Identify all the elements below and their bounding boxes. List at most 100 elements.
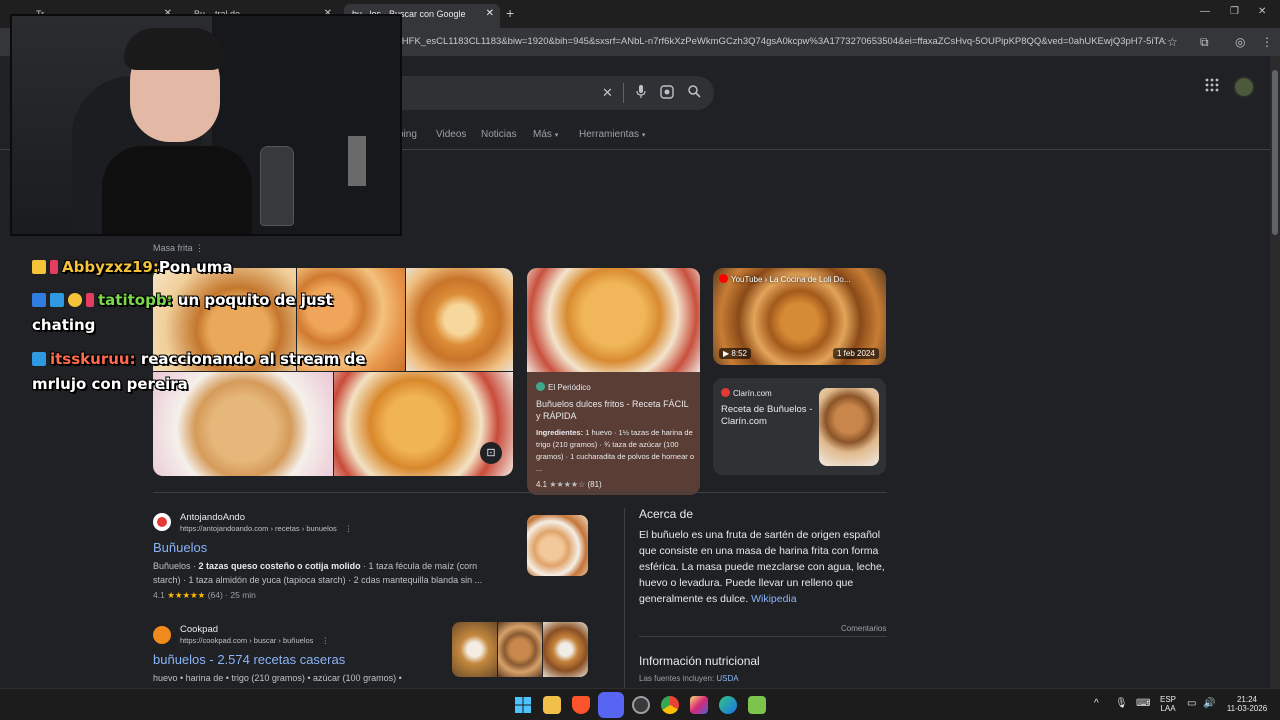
result-title[interactable]: buñuelos - 2.574 recetas caseras (153, 652, 345, 667)
chevron-down-icon: ▾ (554, 132, 559, 139)
more-icon[interactable]: ⋮ (322, 636, 330, 645)
display-icon[interactable]: ▭ (1187, 698, 1196, 709)
rating-stars: ★★★★☆ (549, 480, 586, 489)
source-label: El Periódico (548, 383, 591, 392)
youtube-card[interactable]: YouTube › La Cocina de Loli Do... ▶ 8:52… (713, 268, 886, 365)
instagram-icon[interactable] (690, 696, 708, 714)
brave-icon[interactable] (572, 696, 590, 714)
keyboard-icon[interactable]: ⌨ (1136, 698, 1150, 709)
clock[interactable]: 21:24 11-03-2026 (1222, 695, 1272, 713)
lens-icon[interactable] (660, 85, 674, 102)
new-tab-icon[interactable]: + (506, 5, 514, 21)
device-shape (348, 136, 366, 186)
language-indicator[interactable]: ESP LAA (1156, 695, 1180, 713)
avatar[interactable] (1233, 76, 1255, 98)
minecraft-icon[interactable] (748, 696, 766, 714)
discord-icon[interactable] (598, 692, 624, 718)
profile-icon[interactable]: ◎ (1235, 35, 1245, 49)
rating-count: (64) (207, 590, 223, 600)
windows-start-icon[interactable] (514, 696, 532, 714)
search-icon[interactable] (688, 85, 701, 101)
play-icon: ▶ (723, 349, 730, 358)
result-thumbnail[interactable] (498, 622, 542, 677)
obs-icon[interactable] (632, 696, 650, 714)
minimize-icon[interactable]: — (1200, 6, 1210, 17)
result-site-name: AntojandoAndo (180, 512, 245, 523)
close-icon[interactable]: ✕ (486, 4, 494, 24)
result-url[interactable]: https://cookpad.com › buscar › buñuelos … (180, 636, 329, 645)
tab-mas[interactable]: Más ▾ (533, 129, 558, 140)
knowledge-body: El buñuelo es una fruta de sartén de ori… (639, 527, 887, 607)
drink-badge-icon (86, 293, 94, 307)
result-thumbnail[interactable] (543, 622, 588, 677)
chrome-icon[interactable] (661, 696, 679, 714)
window-close-icon[interactable]: ✕ (1258, 6, 1266, 17)
menu-icon[interactable]: ⋮ (1261, 35, 1273, 49)
panel-divider (624, 508, 625, 688)
mic-icon[interactable]: 🎙 (1115, 698, 1128, 709)
chat-continuation: chating (32, 316, 96, 334)
result-thumbnail[interactable] (527, 515, 588, 576)
more-icon[interactable]: ⋮ (345, 524, 353, 533)
clear-icon[interactable]: ✕ (602, 85, 613, 101)
bunuelo-image (819, 388, 879, 466)
youtube-source: YouTube › La Cocina de Loli Do... (719, 274, 850, 284)
restore-icon[interactable]: ❐ (1230, 6, 1239, 17)
more-icon[interactable]: ⋮ (195, 243, 204, 253)
periodico-card[interactable]: El Periódico Buñuelos dulces fritos - Re… (527, 268, 700, 495)
bookmark-star-icon[interactable]: ☆ (1167, 35, 1178, 49)
site-favicon (153, 626, 171, 644)
chat-username: Abbyzxz19: (62, 258, 159, 276)
result-url[interactable]: https://antojandoando.com › recetas › bu… (180, 524, 352, 533)
clock-date: 11-03-2026 (1226, 704, 1268, 713)
scrollbar-thumb[interactable] (1272, 70, 1278, 235)
chat-text: un poquito de just (177, 291, 333, 309)
file-explorer-icon[interactable] (543, 696, 561, 714)
result-snippet: Buñuelos · 2 tazas queso costeño o cotij… (153, 559, 498, 587)
chat-text: Pon uma (158, 258, 233, 276)
clock-time: 21:24 (1236, 695, 1258, 704)
wikipedia-link[interactable]: Wikipedia (751, 593, 797, 605)
mic-icon[interactable] (636, 85, 646, 102)
clarin-title[interactable]: Receta de Buñuelos - Clarín.com (721, 404, 813, 428)
chevron-up-icon[interactable]: ^ (1094, 698, 1099, 709)
snippet-pre: Buñuelos · (153, 561, 199, 571)
clarin-icon (721, 388, 730, 397)
coin-badge-icon (68, 293, 82, 307)
address-bar[interactable]: FHFK_esCL1183CL1183&biw=1920&bih=945&sxs… (396, 32, 1166, 52)
google-apps-icon[interactable] (1205, 78, 1219, 97)
tab-herramientas-label: Herramientas (579, 129, 640, 140)
usda-link[interactable]: USDA (716, 674, 738, 683)
chat-username: itsskuruu: (50, 350, 136, 368)
bunuelo-image[interactable]: ⊡ (334, 372, 513, 476)
nutrition-heading: Información nutricional (639, 654, 760, 668)
tab-videos[interactable]: Videos (436, 129, 466, 140)
drink-badge-icon (50, 260, 58, 274)
result-title[interactable]: Buñuelos (153, 540, 207, 555)
edge-icon[interactable] (719, 696, 737, 714)
tab-herramientas[interactable]: Herramientas ▾ (579, 129, 645, 140)
video-date: 1 feb 2024 (833, 348, 879, 359)
rating-value: 4.1 (153, 590, 165, 600)
duration-label: 8:52 (731, 349, 747, 358)
tab-noticias[interactable]: Noticias (481, 129, 517, 140)
result-snippet: huevo • harina de • trigo (210 gramos) •… (153, 673, 402, 683)
extensions-icon[interactable]: ⧉ (1200, 35, 1209, 50)
clarin-card[interactable]: Clarín.com Receta de Buñuelos - Clarín.c… (713, 378, 886, 475)
result-thumbnail[interactable] (452, 622, 497, 677)
search-box[interactable]: ✕ (390, 76, 714, 110)
favicon-dot (157, 517, 167, 527)
taskbar: ^ 🎙 ⌨ ESP LAA ▭ 🔊 21:24 11-03-2026 (0, 688, 1280, 720)
panel-divider (639, 636, 887, 637)
image-search-icon[interactable]: ⊡ (480, 442, 502, 464)
volume-icon[interactable]: 🔊 (1203, 698, 1215, 709)
bunuelo-image[interactable] (406, 268, 513, 371)
lang-bottom: LAA (1160, 704, 1176, 713)
site-favicon (153, 513, 171, 531)
comments-link[interactable]: Comentarios (841, 624, 886, 633)
result-url-text: https://antojandoando.com › recetas › bu… (180, 524, 337, 533)
carafe-shape (260, 146, 294, 226)
masa-frita-label: Masa frita ⋮ (153, 243, 204, 254)
periodico-title[interactable]: Buñuelos dulces fritos - Receta FÁCIL y … (536, 398, 694, 422)
hair-shape (124, 28, 224, 70)
